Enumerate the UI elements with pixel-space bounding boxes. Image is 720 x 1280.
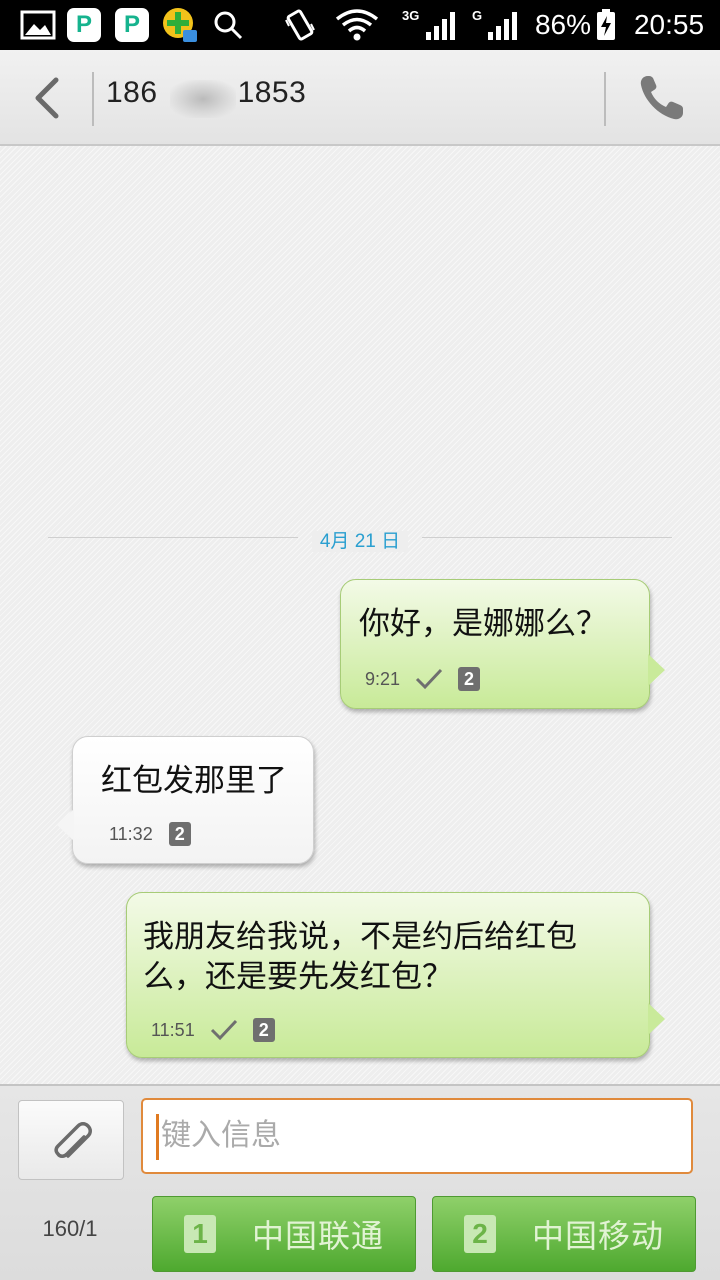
- wifi-icon: [334, 0, 380, 50]
- network-3g-label: 3G: [402, 8, 420, 23]
- paperclip-icon: [54, 1122, 92, 1158]
- delivered-check-icon: [210, 1019, 237, 1041]
- message-text: 红包发那里了: [101, 763, 287, 799]
- battery-percent: 86%: [534, 9, 592, 40]
- message-meta: 9:21 2: [365, 664, 481, 694]
- clock: 20:55: [633, 9, 705, 40]
- carrier-label: 中国移动: [531, 1217, 664, 1255]
- gallery-notification-icon: [18, 0, 58, 50]
- search-icon: [210, 0, 246, 50]
- message-text: 你好，是娜娜么？: [359, 606, 607, 642]
- back-button[interactable]: [20, 70, 76, 126]
- back-arrow-icon: [35, 77, 59, 119]
- network-g-label: G: [472, 8, 483, 23]
- message-bubble-incoming[interactable]: 红包发那里了 11:32 2: [57, 736, 314, 864]
- battery-charging-icon: [594, 0, 618, 50]
- message-time: 9:21: [365, 668, 401, 689]
- message-bubble-outgoing[interactable]: 我朋友给我说，不是约后给红包 么，还是要先发红包？ 11:51 2: [126, 892, 665, 1058]
- call-button[interactable]: [632, 70, 694, 128]
- date-separator: 4月 21 日: [48, 526, 672, 552]
- sim1-icon: 1: [183, 1215, 216, 1253]
- security-app-icon: [160, 0, 200, 50]
- sim-badge: 2: [458, 667, 481, 691]
- message-list[interactable]: 4月 21 日 你好，是娜娜么？ 9:21 2 红包发那里了 11:32 2 我…: [0, 146, 720, 1084]
- message-input[interactable]: 键入信息: [141, 1098, 693, 1174]
- contact-number-suffix: 1853: [237, 76, 307, 109]
- header-divider-right: [604, 72, 606, 126]
- status-bar: P P 3G G 86% 20:55: [0, 0, 720, 50]
- sim-badge: 2: [252, 1018, 275, 1042]
- send-button-sim2[interactable]: 2 中国移动: [432, 1196, 696, 1272]
- sim2-icon: 2: [463, 1215, 496, 1253]
- date-label: 4月 21 日: [311, 531, 409, 552]
- bubble-tail: [57, 809, 74, 841]
- message-meta: 11:32 2: [109, 819, 191, 849]
- signal-g-icon: G: [468, 0, 522, 50]
- app-p-notification-icon: P: [66, 0, 102, 50]
- redaction-blur: [170, 80, 236, 118]
- message-meta: 11:51 2: [151, 1015, 275, 1045]
- phone-icon: [640, 76, 683, 120]
- header-divider: [92, 72, 94, 126]
- vibrate-icon: [282, 0, 318, 50]
- attach-button[interactable]: [18, 1100, 124, 1180]
- composer-bar: 键入信息 160/1 1 中国联通 2 中国移动: [0, 1084, 720, 1280]
- message-text: 我朋友给我说，不是约后给红包 么，还是要先发红包？: [143, 917, 577, 997]
- message-time: 11:51: [151, 1019, 195, 1040]
- bubble-tail: [648, 654, 665, 686]
- app-p-notification-icon-2: P: [114, 0, 150, 50]
- sim-badge: 2: [168, 822, 191, 846]
- contact-number-prefix: 186: [106, 76, 158, 109]
- message-bubble-outgoing[interactable]: 你好，是娜娜么？ 9:21 2: [340, 579, 665, 709]
- text-caret: [156, 1114, 159, 1160]
- message-time: 11:32: [109, 823, 153, 844]
- character-counter: 160/1: [42, 1216, 98, 1241]
- carrier-label: 中国联通: [251, 1217, 384, 1255]
- delivered-check-icon: [415, 668, 443, 690]
- signal-3g-icon: 3G: [400, 0, 458, 50]
- message-text-line: 么，还是要先发红包？: [143, 959, 453, 995]
- message-text-line: 我朋友给我说，不是约后给红包: [143, 919, 577, 955]
- conversation-header: 186 1853: [0, 50, 720, 146]
- message-input-placeholder: 键入信息: [161, 1118, 281, 1153]
- bubble-tail: [648, 1003, 665, 1035]
- send-button-sim1[interactable]: 1 中国联通: [152, 1196, 416, 1272]
